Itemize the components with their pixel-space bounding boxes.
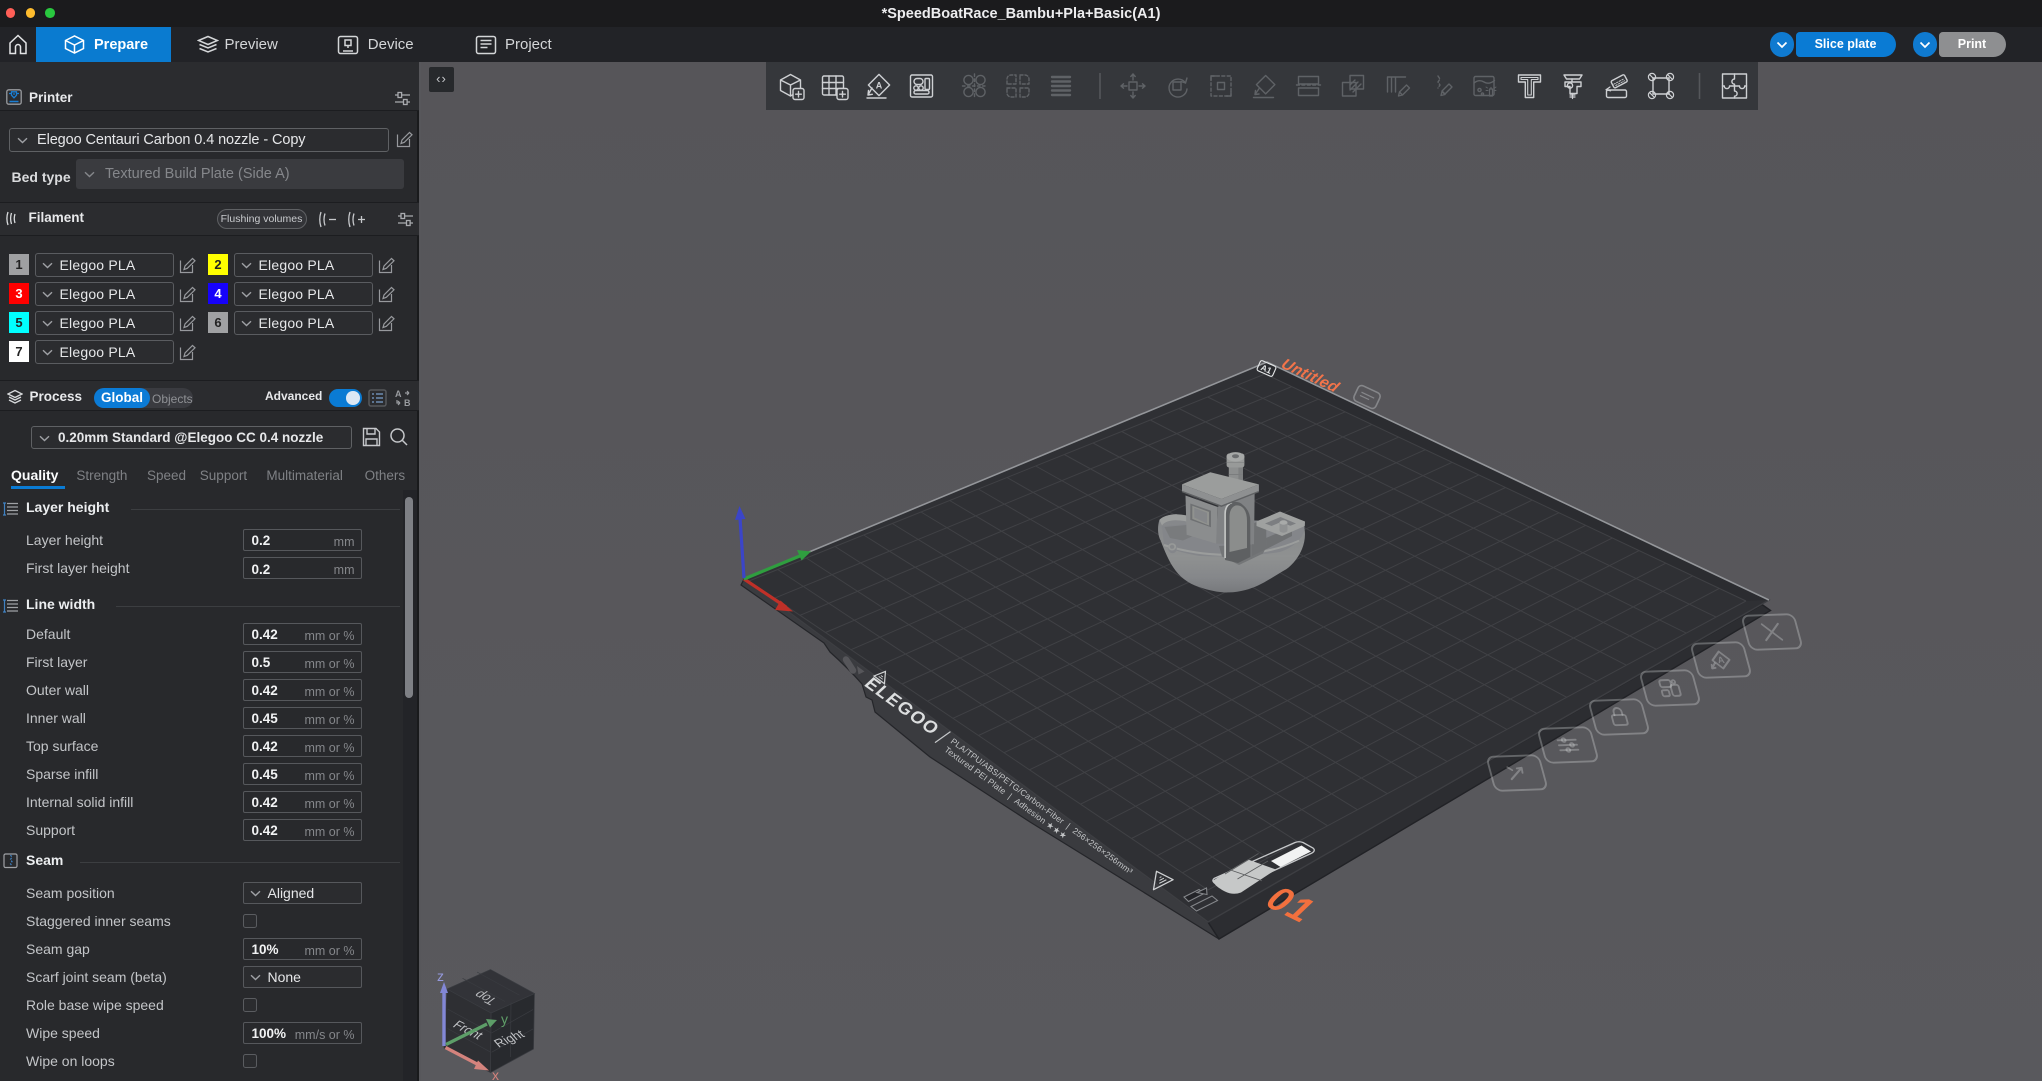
svg-text:x: x [492, 1067, 499, 1081]
svg-text:B: B [404, 398, 411, 407]
svg-text:z: z [437, 968, 444, 984]
svg-text:y: y [501, 1011, 508, 1027]
svg-text:A: A [395, 389, 402, 399]
